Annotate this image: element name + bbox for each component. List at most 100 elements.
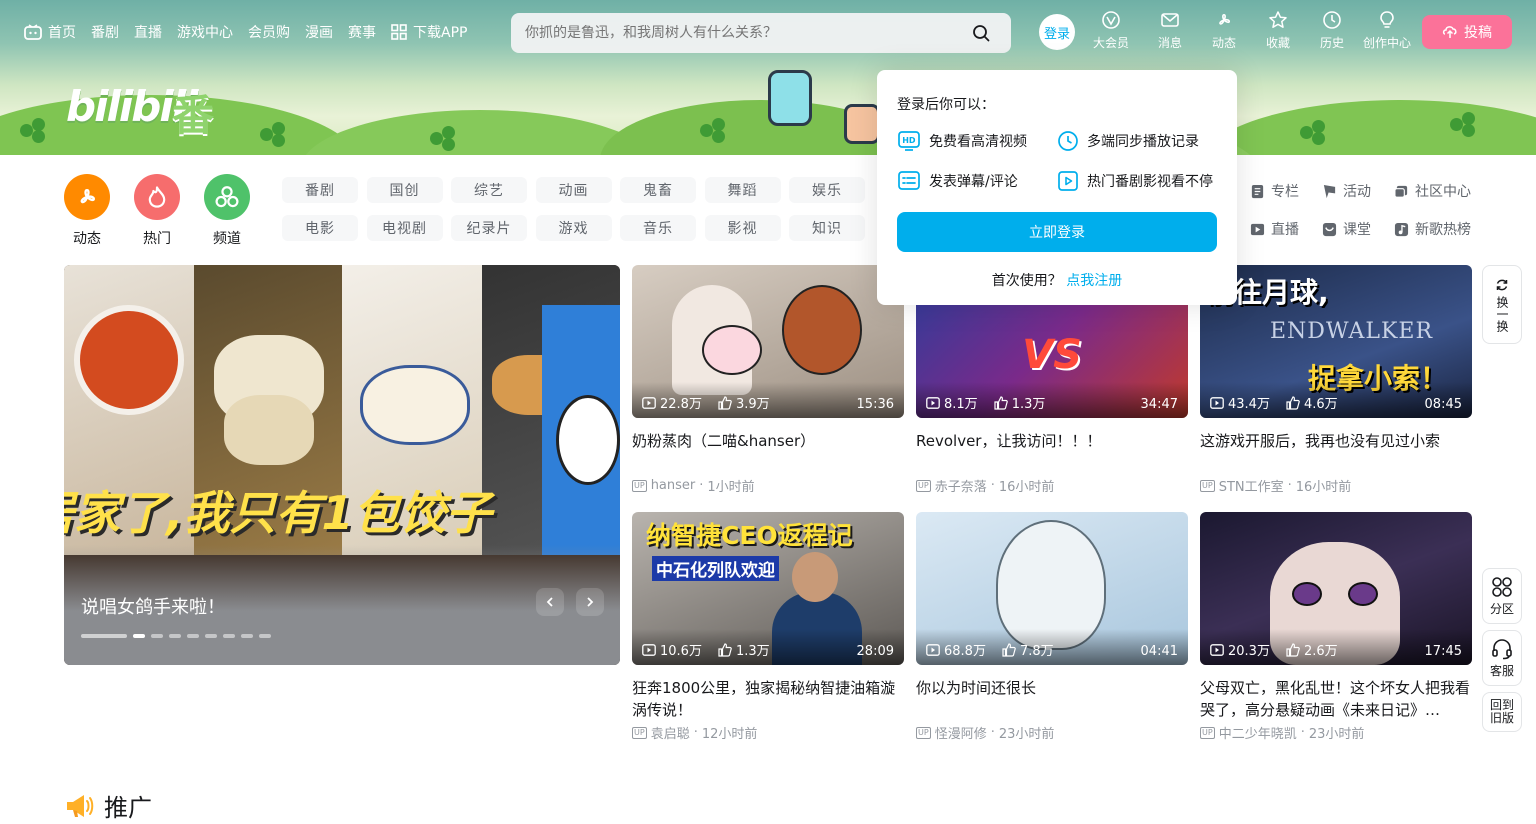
login-avatar-button[interactable]: 登录 xyxy=(1039,14,1075,50)
category-documentary[interactable]: 纪录片 xyxy=(451,215,527,241)
carousel-next-button[interactable] xyxy=(576,588,604,616)
upload-button[interactable]: 投稿 xyxy=(1422,15,1512,49)
category-knowledge[interactable]: 知识 xyxy=(789,215,865,241)
video-thumbnail[interactable]: 22.8万 3.9万 15:36 xyxy=(632,265,904,418)
customer-service-button[interactable]: 客服 xyxy=(1482,630,1522,686)
video-duration: 28:09 xyxy=(856,644,894,659)
nav-mall[interactable]: 会员购 xyxy=(248,22,290,42)
video-card[interactable]: 68.8万 7.8万 04:41 你以为时间还很长 UP 怪漫阿修 · 23小时前 xyxy=(916,512,1188,742)
video-meta[interactable]: UP hanser · 1小时前 xyxy=(632,476,904,495)
video-title[interactable]: 这游戏开服后，我再也没有见过小索 xyxy=(1200,430,1472,474)
hero-carousel[interactable]: 居家了,我只有1包饺子 说唱女鸽手来啦！ xyxy=(64,265,620,665)
play-count: 8.1万 xyxy=(926,393,978,412)
nav-download-app[interactable]: 下载APP xyxy=(391,22,467,42)
thumbnail-text: ENDWALKER xyxy=(1270,319,1434,344)
clover-decoration xyxy=(430,126,456,152)
video-card[interactable]: 前往月球, ENDWALKER 捉拿小索！ 43.4万 4.6万 08:45 这… xyxy=(1200,265,1472,495)
side-tool-zone-wrap: 分区 xyxy=(1482,568,1522,624)
category-entertainment[interactable]: 娱乐 xyxy=(789,177,865,203)
carousel-dot[interactable] xyxy=(151,634,163,638)
carousel-dot[interactable] xyxy=(205,634,217,638)
carousel-dot[interactable] xyxy=(169,634,181,638)
video-card[interactable]: 22.8万 3.9万 15:36 奶粉蒸肉（二喵&hanser） UP hans… xyxy=(632,265,904,495)
link-live[interactable]: 直播 xyxy=(1250,219,1322,239)
video-thumbnail[interactable]: 68.8万 7.8万 04:41 xyxy=(916,512,1188,665)
channel-hot[interactable]: 热门 xyxy=(134,174,180,248)
carousel-dot[interactable] xyxy=(241,634,253,638)
video-meta[interactable]: UP 怪漫阿修 · 23小时前 xyxy=(916,723,1188,742)
video-duration: 15:36 xyxy=(856,397,894,412)
search-button[interactable] xyxy=(965,17,997,49)
nav-history[interactable]: 历史 xyxy=(1306,10,1358,51)
category-tv[interactable]: 电视剧 xyxy=(366,215,443,241)
video-thumbnail[interactable]: 纳智捷CEO返程记 中石化列队欢迎 10.6万 1.3万 28:09 xyxy=(632,512,904,665)
nav-messages[interactable]: 消息 xyxy=(1142,10,1198,51)
video-thumbnail[interactable]: 20.3万 2.6万 17:45 xyxy=(1200,512,1472,665)
video-title[interactable]: 你以为时间还很长 xyxy=(916,677,1188,721)
nav-bangumi[interactable]: 番剧 xyxy=(91,22,119,42)
video-meta[interactable]: UP 赤子奈落 · 16小时前 xyxy=(916,476,1188,495)
carousel-dot[interactable] xyxy=(223,634,235,638)
nav-vip[interactable]: 大会员 xyxy=(1086,10,1136,51)
refresh-icon xyxy=(1496,279,1508,290)
nav-live[interactable]: 直播 xyxy=(134,22,162,42)
zone-button[interactable]: 分区 xyxy=(1482,568,1522,624)
category-bangumi[interactable]: 番剧 xyxy=(282,177,358,203)
video-title[interactable]: Revolver，让我访问！！！ xyxy=(916,430,1188,474)
category-game[interactable]: 游戏 xyxy=(535,215,612,241)
nav-game-center[interactable]: 游戏中心 xyxy=(177,22,233,42)
refresh-button[interactable]: 换一换 xyxy=(1482,265,1522,344)
category-animation[interactable]: 动画 xyxy=(535,177,612,203)
link-activity[interactable]: 活动 xyxy=(1322,181,1394,201)
register-link[interactable]: 点我注册 xyxy=(1066,273,1122,289)
category-kichiku[interactable]: 鬼畜 xyxy=(620,177,696,203)
nav-match[interactable]: 赛事 xyxy=(348,22,376,42)
promo-section-title: 推广 xyxy=(64,788,152,823)
megaphone-icon xyxy=(67,794,94,817)
video-title[interactable]: 奶粉蒸肉（二喵&hanser） xyxy=(632,430,904,474)
video-meta[interactable]: UP STN工作室 · 16小时前 xyxy=(1200,476,1472,495)
carousel-dot-active[interactable] xyxy=(133,634,145,638)
play-count: 43.4万 xyxy=(1210,393,1270,412)
carousel-title[interactable]: 说唱女鸽手来啦！ xyxy=(81,593,225,619)
carousel-dot[interactable] xyxy=(81,634,127,638)
channel-dynamic[interactable]: 动态 xyxy=(64,174,110,248)
old-version-button[interactable]: 回到旧版 xyxy=(1482,692,1522,732)
category-variety[interactable]: 综艺 xyxy=(451,177,527,203)
link-column[interactable]: 专栏 xyxy=(1250,181,1322,201)
nav-manga[interactable]: 漫画 xyxy=(305,22,333,42)
nav-favorites[interactable]: 收藏 xyxy=(1250,10,1306,51)
video-card[interactable]: 20.3万 2.6万 17:45 父母双亡，黑化乱世！这个坏女人把我看哭了，高分… xyxy=(1200,512,1472,742)
category-music[interactable]: 音乐 xyxy=(620,215,696,241)
search-input[interactable] xyxy=(525,25,965,41)
nav-left: 首页 番剧 直播 游戏中心 会员购 漫画 赛事 下载APP xyxy=(24,22,482,42)
channel-channels[interactable]: 频道 xyxy=(204,174,250,248)
login-now-button[interactable]: 立即登录 xyxy=(897,212,1217,252)
clock-icon xyxy=(1323,11,1341,29)
mail-icon xyxy=(1161,13,1179,27)
video-card[interactable]: 纳智捷CEO返程记 中石化列队欢迎 10.6万 1.3万 28:09 狂奔180… xyxy=(632,512,904,742)
nav-home[interactable]: 首页 xyxy=(24,22,76,42)
carousel-prev-button[interactable] xyxy=(536,588,564,616)
carousel-dot[interactable] xyxy=(259,634,271,638)
side-tool-service-wrap: 客服 xyxy=(1482,630,1522,686)
video-meta[interactable]: UP 袁启聪 · 12小时前 xyxy=(632,723,904,742)
category-movie[interactable]: 电影 xyxy=(282,215,358,241)
video-title[interactable]: 狂奔1800公里，独家揭秘纳智捷油箱漩涡传说！ xyxy=(632,677,904,721)
up-badge: UP xyxy=(632,726,647,739)
video-meta[interactable]: UP 中二少年晓凯 · 23小时前 xyxy=(1200,723,1472,742)
like-count: 1.3万 xyxy=(994,393,1045,412)
category-film[interactable]: 影视 xyxy=(704,215,781,241)
category-dance[interactable]: 舞蹈 xyxy=(704,177,781,203)
category-guochuang[interactable]: 国创 xyxy=(366,177,443,203)
channel-circle xyxy=(64,174,110,220)
video-stats: 22.8万 3.9万 15:36 xyxy=(632,382,904,418)
carousel-dot[interactable] xyxy=(187,634,199,638)
link-new-songs[interactable]: 新歌热榜 xyxy=(1394,219,1494,239)
video-thumbnail[interactable]: 前往月球, ENDWALKER 捉拿小索！ 43.4万 4.6万 08:45 xyxy=(1200,265,1472,418)
link-community[interactable]: 社区中心 xyxy=(1394,181,1494,201)
video-title[interactable]: 父母双亡，黑化乱世！这个坏女人把我看哭了，高分悬疑动画《未来日记》… xyxy=(1200,677,1472,721)
nav-dynamic[interactable]: 动态 xyxy=(1198,10,1250,51)
nav-creator-center[interactable]: 创作中心 xyxy=(1358,10,1416,51)
link-class[interactable]: 课堂 xyxy=(1322,219,1394,239)
